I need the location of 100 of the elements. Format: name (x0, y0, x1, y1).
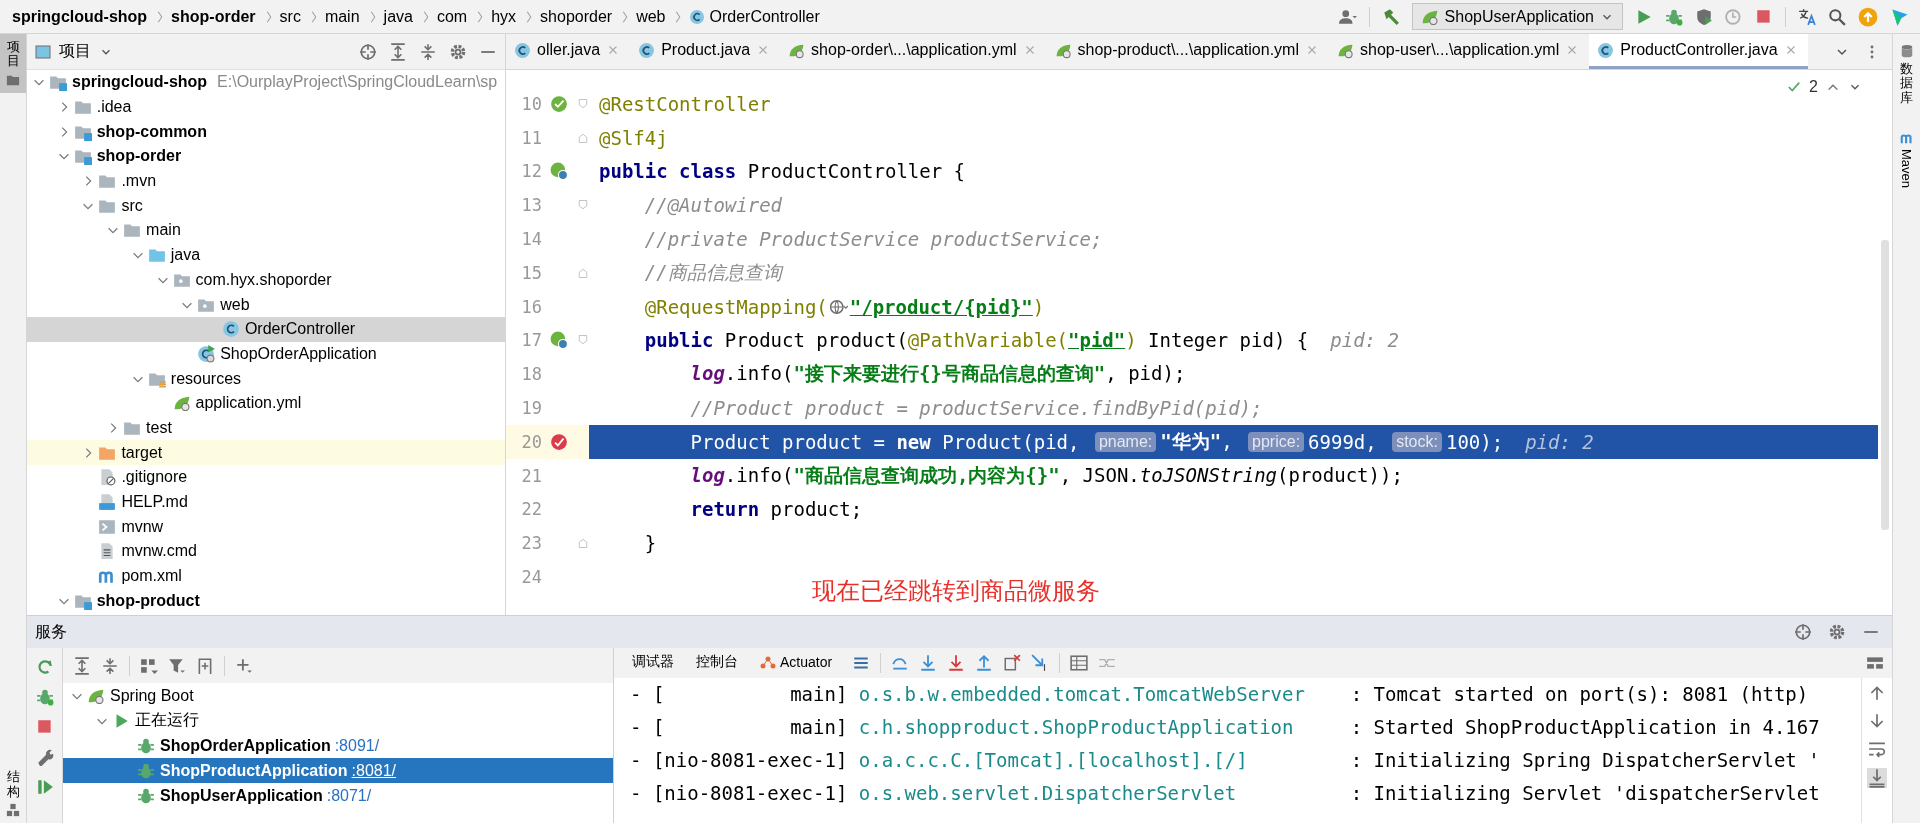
collapse-all-icon[interactable] (101, 656, 119, 675)
breakpoint-icon[interactable] (550, 432, 568, 451)
rerun-icon[interactable] (35, 658, 54, 676)
stop-icon[interactable] (35, 718, 54, 736)
tree-row[interactable]: application.yml (27, 390, 505, 416)
collapse-all-icon[interactable] (419, 42, 437, 61)
locate-icon[interactable] (1794, 623, 1812, 641)
coverage-icon[interactable] (1695, 7, 1713, 26)
tree-row[interactable]: resources (27, 366, 505, 391)
new-service-icon[interactable] (196, 656, 214, 675)
soft-wrap-icon[interactable] (1868, 740, 1886, 758)
run-icon[interactable] (1635, 7, 1653, 26)
breadcrumb-item[interactable]: OrderController (709, 7, 820, 26)
editor-tab[interactable]: ProductController.java (1589, 34, 1808, 69)
drop-frame-icon[interactable] (1003, 654, 1022, 672)
globe-icon[interactable] (829, 297, 848, 316)
tree-row[interactable]: main (27, 218, 505, 243)
tree-row[interactable]: mvnw (27, 514, 505, 540)
tree-row[interactable]: Spring Boot (63, 683, 613, 708)
tree-row[interactable]: OrderController (27, 316, 505, 342)
settings-icon[interactable] (449, 42, 467, 61)
editor-tab[interactable]: shop-order\...\application.yml (780, 34, 1047, 69)
tool-window-button[interactable]: 项目 (0, 34, 26, 93)
tool-window-button[interactable]: 数据库 (1893, 38, 1920, 111)
tree-row[interactable]: shop-product (27, 588, 505, 614)
editor-tab[interactable]: Product.java (630, 34, 781, 69)
up-arrow-icon[interactable] (1868, 684, 1886, 702)
bean-icon[interactable] (550, 331, 568, 350)
translate-icon[interactable] (1798, 7, 1816, 26)
breadcrumb-item[interactable]: shop-order (171, 7, 256, 26)
locate-icon[interactable] (359, 42, 377, 61)
editor-tab[interactable]: oller.java (506, 34, 631, 69)
hammer-icon[interactable] (1381, 7, 1400, 26)
search-icon[interactable] (1828, 7, 1846, 26)
console-tab[interactable]: Actuator (752, 648, 841, 678)
tree-row[interactable]: shop-common (27, 119, 505, 145)
step-into-icon[interactable] (919, 654, 938, 672)
filter-icon[interactable] (168, 656, 186, 675)
port-link[interactable]: :8081/ (351, 761, 397, 780)
group-icon[interactable] (140, 656, 158, 675)
expand-all-icon[interactable] (73, 656, 91, 675)
scroll-to-end-icon[interactable] (1867, 768, 1887, 788)
tree-row[interactable]: .idea (27, 94, 505, 120)
fold-marker-icon[interactable] (576, 537, 589, 550)
tree-row[interactable]: src (27, 193, 505, 219)
tree-row[interactable]: springcloud-shop E:\OurplayProject\SpringCloudLearn\sp (27, 70, 505, 95)
stop-icon[interactable] (1755, 7, 1773, 26)
port-link[interactable]: :8071/ (326, 786, 372, 805)
profiler-icon[interactable] (1725, 7, 1743, 26)
tree-row[interactable]: java (27, 242, 505, 268)
update-icon[interactable] (1858, 6, 1878, 27)
inspection-count[interactable]: 2 (1809, 78, 1818, 96)
breadcrumb-item[interactable]: java (383, 7, 413, 26)
fold-marker-icon[interactable] (576, 97, 589, 110)
tree-row[interactable]: ShopUserApplication :8071/ (63, 783, 613, 808)
tree-row[interactable]: test (27, 415, 505, 441)
tree-row[interactable]: com.hyx.shoporder (27, 267, 505, 293)
breadcrumb-item[interactable]: springcloud-shop (12, 7, 148, 26)
console-tab[interactable]: 调试器 (624, 648, 682, 678)
tool-window-button[interactable]: Maven (1893, 124, 1920, 194)
scrollbar-thumb[interactable] (1881, 240, 1889, 530)
editor-tab[interactable]: shop-product\...\application.yml (1046, 34, 1329, 69)
panel-title[interactable]: 项目 (59, 41, 91, 62)
down-arrow-icon[interactable] (1868, 712, 1886, 730)
settings-icon[interactable] (1828, 623, 1846, 641)
fold-marker-icon[interactable] (576, 199, 589, 212)
fold-marker-icon[interactable] (576, 131, 589, 144)
tree-row[interactable]: ShopOrderApplication (27, 341, 505, 367)
breadcrumb-item[interactable]: hyx (491, 7, 517, 26)
debug-icon[interactable] (35, 688, 54, 706)
tree-row[interactable]: pom.xml (27, 563, 505, 589)
tree-row[interactable]: .mvn (27, 168, 505, 194)
console-tab[interactable]: 控制台 (688, 648, 746, 678)
tree-row[interactable]: target (27, 440, 505, 465)
fold-marker-icon[interactable] (576, 334, 589, 347)
tree-row[interactable]: web (27, 292, 505, 317)
breadcrumb-item[interactable]: src (279, 7, 301, 26)
breadcrumb-item[interactable]: main (324, 7, 360, 26)
force-step-into-icon[interactable] (947, 654, 966, 672)
add-icon[interactable] (235, 656, 253, 675)
expand-all-icon[interactable] (389, 42, 407, 61)
tree-row[interactable]: .gitignore (27, 465, 505, 490)
tree-row[interactable]: shop-order (27, 144, 505, 169)
resume-icon[interactable] (35, 778, 54, 796)
tree-row[interactable]: HELP.md (27, 489, 505, 515)
evaluate-icon[interactable] (1070, 654, 1089, 672)
breadcrumb-item[interactable]: shoporder (540, 7, 613, 26)
tree-row[interactable]: ShopOrderApplication :8091/ (63, 733, 613, 758)
tree-row[interactable]: mvnw.cmd (27, 539, 505, 564)
bean-icon[interactable] (550, 162, 568, 181)
layout-icon[interactable] (1866, 654, 1884, 672)
debug-icon[interactable] (1665, 7, 1683, 26)
run-configuration-dropdown[interactable]: ShopUserApplication (1411, 3, 1623, 30)
tool-window-button[interactable]: 结构 (0, 764, 26, 823)
port-link[interactable]: :8091/ (334, 736, 380, 755)
breadcrumb-item[interactable]: web (636, 7, 666, 26)
tree-row[interactable]: 正在运行 (63, 708, 613, 733)
breadcrumb-item[interactable]: com (436, 7, 468, 26)
wrench-icon[interactable] (35, 748, 54, 766)
step-out-icon[interactable] (975, 654, 994, 672)
